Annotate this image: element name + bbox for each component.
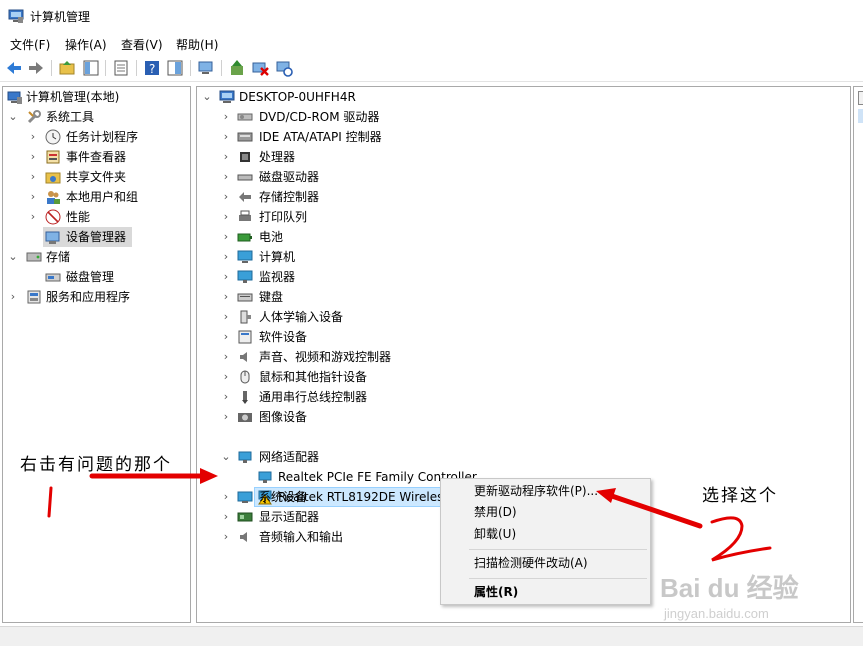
annotation-arrow-right — [603, 491, 703, 529]
annotation-number-2 — [710, 516, 772, 562]
annotation-overlay — [47, 468, 772, 562]
annotation-number-1 — [47, 486, 53, 518]
